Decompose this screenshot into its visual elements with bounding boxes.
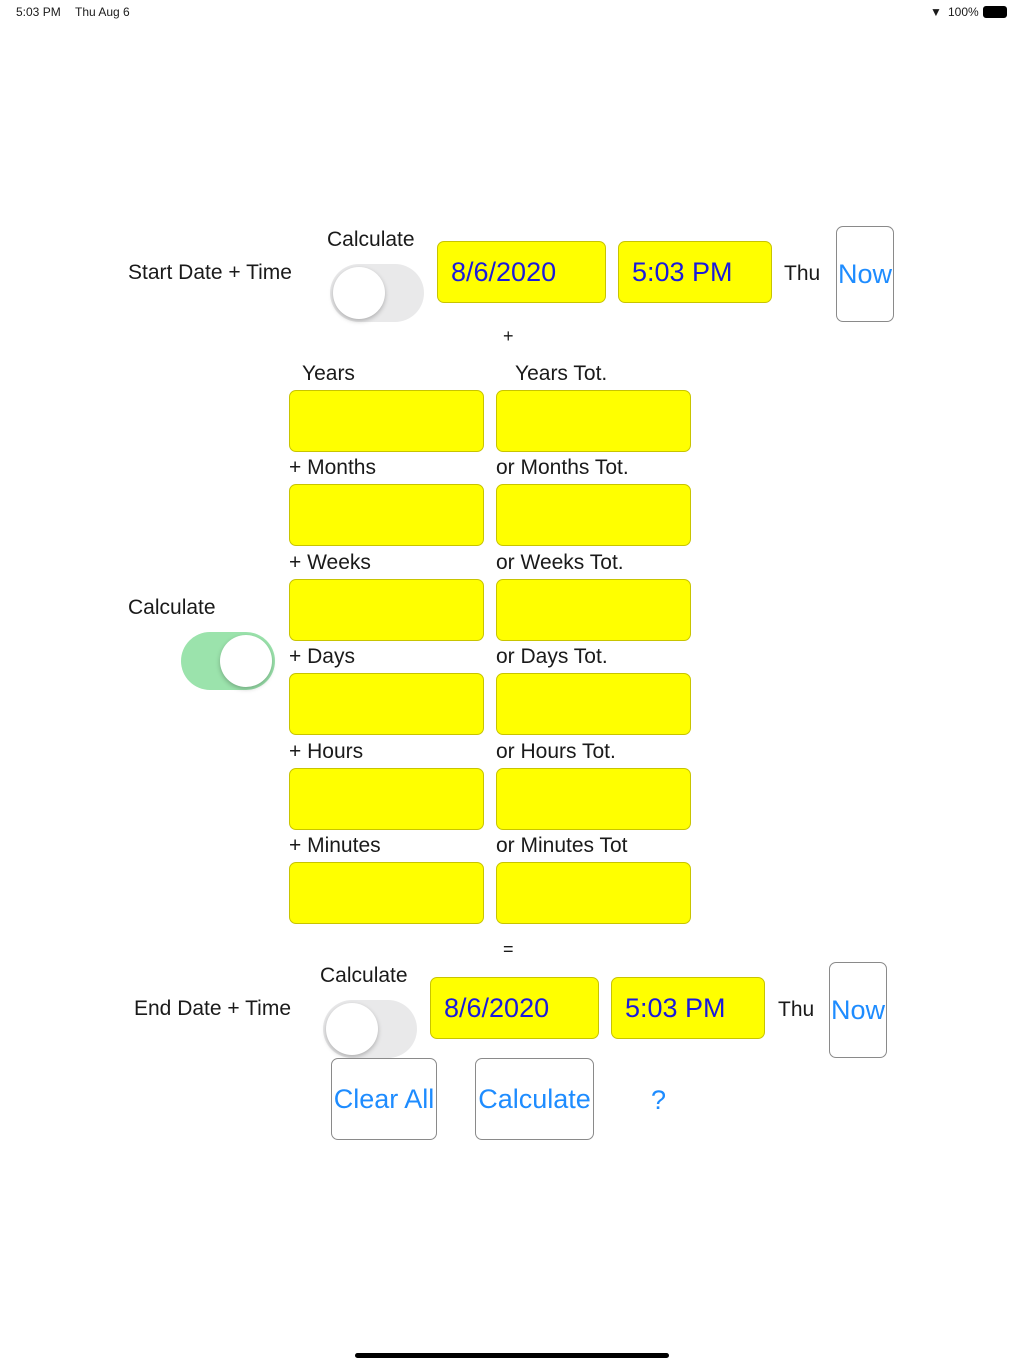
equals-sign: = bbox=[503, 939, 514, 959]
end-calc-label: Calculate bbox=[320, 964, 408, 987]
toggle-knob bbox=[326, 1003, 378, 1055]
row-right-label: or Months Tot. bbox=[496, 456, 629, 480]
row-left-input[interactable] bbox=[289, 862, 484, 924]
row-left-input[interactable] bbox=[289, 578, 484, 641]
end-now-button[interactable]: Now bbox=[829, 962, 887, 1058]
row-left-input[interactable] bbox=[289, 484, 484, 547]
start-label: Start Date + Time bbox=[128, 261, 292, 284]
row-right-input[interactable] bbox=[496, 673, 691, 736]
calculate-button[interactable]: Calculate bbox=[475, 1058, 594, 1140]
clear-all-button[interactable]: Clear All bbox=[331, 1058, 437, 1140]
start-date-field[interactable]: 8/6/2020 bbox=[437, 241, 606, 303]
end-calc-toggle[interactable] bbox=[323, 1000, 417, 1058]
row-left-label: + Minutes bbox=[289, 834, 381, 857]
toggle-knob bbox=[333, 267, 385, 319]
row-left-label: Years bbox=[302, 362, 355, 385]
row-right-input[interactable] bbox=[496, 578, 691, 641]
middle-calc-label: Calculate bbox=[128, 596, 216, 619]
row-left-label: + Hours bbox=[289, 739, 364, 763]
row-right-input[interactable] bbox=[496, 484, 691, 547]
row-left-input[interactable] bbox=[289, 390, 484, 452]
row-right-label: or Days Tot. bbox=[496, 645, 608, 669]
toggle-knob bbox=[220, 635, 272, 687]
row-left-label: + Months bbox=[289, 456, 376, 480]
help-button[interactable]: ? bbox=[651, 1085, 666, 1116]
home-indicator bbox=[355, 1353, 669, 1358]
end-weekday: Thu bbox=[778, 998, 815, 1021]
start-calc-toggle[interactable] bbox=[330, 264, 424, 322]
row-right-input[interactable] bbox=[496, 767, 691, 830]
start-weekday: Thu bbox=[784, 262, 821, 285]
row-right-input[interactable] bbox=[496, 862, 691, 924]
end-time-field[interactable]: 5:03 PM bbox=[611, 977, 765, 1039]
battery-percent: 100% bbox=[948, 5, 979, 19]
start-calc-label: Calculate bbox=[327, 228, 415, 251]
row-right-label: or Minutes Tot bbox=[496, 834, 628, 857]
end-label: End Date + Time bbox=[134, 997, 291, 1020]
row-left-label: + Weeks bbox=[289, 550, 371, 574]
row-right-label: or Hours Tot. bbox=[496, 739, 616, 763]
middle-calc-toggle[interactable] bbox=[181, 632, 275, 690]
start-now-button[interactable]: Now bbox=[836, 226, 894, 322]
row-left-input[interactable] bbox=[289, 673, 484, 736]
row-right-label: or Weeks Tot. bbox=[496, 550, 624, 574]
wifi-icon: ▼ bbox=[930, 5, 942, 19]
row-right-label: Years Tot. bbox=[515, 362, 608, 385]
row-right-input[interactable] bbox=[496, 390, 691, 452]
plus-sign: + bbox=[503, 326, 514, 346]
row-left-label: + Days bbox=[289, 645, 355, 669]
battery-icon bbox=[983, 6, 1007, 18]
status-time: 5:03 PM bbox=[16, 5, 61, 19]
start-time-field[interactable]: 5:03 PM bbox=[618, 241, 772, 303]
status-date: Thu Aug 6 bbox=[75, 5, 130, 19]
end-date-field[interactable]: 8/6/2020 bbox=[430, 977, 599, 1039]
row-left-input[interactable] bbox=[289, 767, 484, 830]
